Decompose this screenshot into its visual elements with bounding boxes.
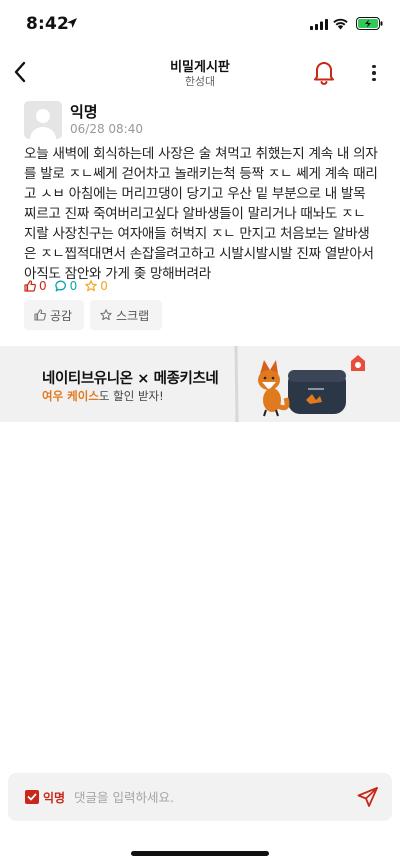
location-arrow-icon [67, 18, 77, 28]
ad-banner[interactable]: 네이티브유니온 × 메종키츠네 여우 케이스도 할인 받자! [0, 346, 400, 422]
thumbs-up-icon [24, 280, 36, 292]
wifi-icon [333, 18, 348, 30]
battery-charging-icon [356, 17, 383, 30]
send-button[interactable] [356, 785, 380, 809]
anonymous-checkbox[interactable] [25, 790, 39, 804]
school-name: 한성대 [184, 75, 216, 88]
author-name: 익명 [70, 103, 98, 121]
scrap-button-label: 스크랩 [116, 308, 150, 323]
status-time: 8:42 [26, 14, 70, 34]
thumbs-up-icon [34, 309, 46, 321]
post-counts: 0 0 0 [24, 278, 116, 294]
comment-count: 0 [54, 279, 78, 293]
star-icon [100, 309, 112, 321]
scrap-count: 0 [85, 279, 108, 293]
scrap-button[interactable]: 스크랩 [90, 300, 162, 330]
ad-subtitle-rest: 도 할인 받자! [98, 389, 164, 403]
like-count: 0 [24, 279, 47, 293]
speech-bubble-icon [54, 280, 66, 292]
ad-subtitle: 여우 케이스도 할인 받자! [42, 388, 164, 404]
like-count-value: 0 [39, 279, 47, 293]
checkmark-icon [27, 793, 37, 801]
avatar [24, 101, 62, 139]
post-actions: 공감 스크랩 [24, 300, 162, 330]
cable-graphic [234, 346, 239, 422]
comment-bar: 익명 [8, 773, 392, 821]
more-options-button[interactable] [364, 60, 384, 86]
ad-subtitle-highlight: 여우 케이스 [42, 389, 99, 403]
home-indicator [131, 851, 269, 856]
scrap-count-value: 0 [100, 279, 108, 293]
comment-count-value: 0 [69, 279, 78, 293]
ad-title: 네이티브유니온 × 메종키츠네 [42, 371, 219, 387]
notification-button[interactable] [312, 58, 336, 86]
cellular-signal-icon [310, 19, 328, 30]
bell-icon [314, 62, 334, 85]
post-body: 오늘 새벽에 회식하는데 사장은 술 쳐먹고 취했는지 계속 내 의자를 발로 … [24, 146, 378, 282]
like-button[interactable]: 공감 [24, 300, 84, 330]
more-vertical-icon [372, 64, 376, 69]
anonymous-label[interactable]: 익명 [43, 789, 65, 806]
post-date: 06/28 08:40 [70, 122, 143, 136]
status-bar: 8:42 [0, 0, 400, 48]
star-icon [85, 280, 98, 292]
comment-input[interactable] [74, 785, 344, 809]
fox-case-product-image [258, 360, 346, 417]
default-profile-icon [30, 109, 56, 139]
header: 비밀게시판 한성대 [0, 48, 400, 96]
send-icon [357, 787, 378, 807]
ad-badge-icon [351, 355, 365, 371]
like-button-label: 공감 [50, 308, 73, 323]
